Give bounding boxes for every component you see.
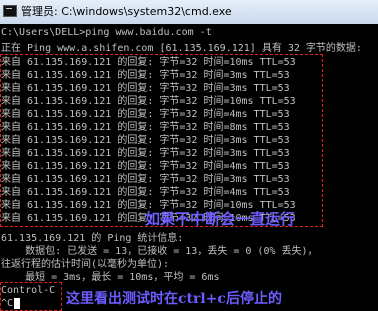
window-title: 管理员: C:\windows\system32\cmd.exe (21, 5, 232, 18)
stopped-annotation: 这里看出测试时在ctrl+c后停止的 (66, 291, 282, 307)
stats-packets-line: 数据包: 已发送 = 13，已接收 = 13，丢失 = 0 (0% 丢失)， (1, 246, 318, 257)
console-output[interactable]: C:\Users\DELL>ping www.baidu.com -t 正在 P… (0, 24, 378, 311)
stats-rtt-header-line: 往返行程的估计时间(以毫秒为单位): (1, 259, 170, 270)
title-bar[interactable]: 管理员: C:\windows\system32\cmd.exe (0, 0, 378, 25)
cmd-icon (3, 5, 17, 17)
continuous-annotation: 如果不中断会一直运行 (145, 210, 296, 228)
ctrl-c-line: Control-C (1, 285, 56, 296)
prompt-line: C:\Users\DELL>ping www.baidu.com -t (1, 27, 212, 38)
cursor (14, 298, 20, 309)
replies-highlight-box (0, 54, 323, 227)
stats-header-line: 61.135.169.121 的 Ping 统计信息: (1, 233, 184, 244)
cmd-window: 管理员: C:\windows\system32\cmd.exe C:\User… (0, 0, 378, 311)
caret-c-line: ^C (1, 298, 14, 309)
